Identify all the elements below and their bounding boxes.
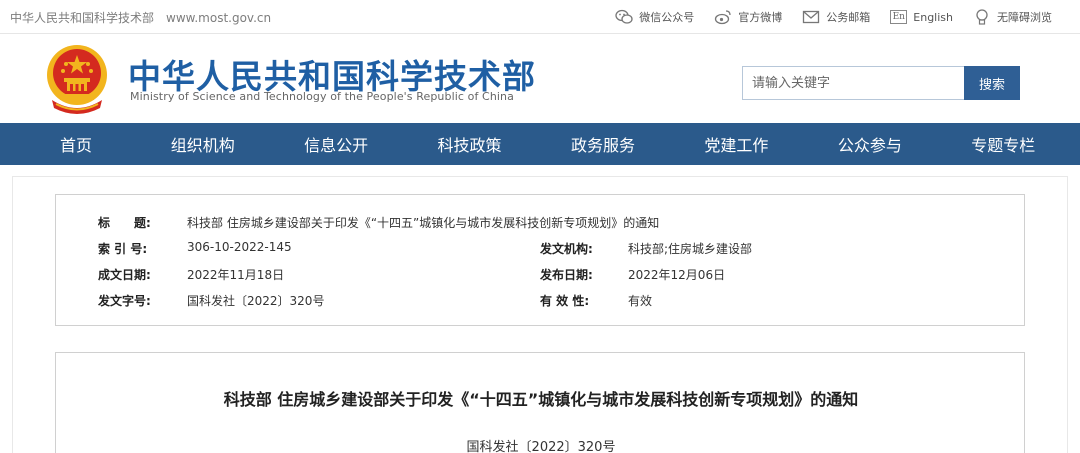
meta-validity-label: 有 效 性: <box>540 294 590 308</box>
meta-index-value: 306-10-2022-145 <box>187 240 292 254</box>
meta-title-value: 科技部 住房城乡建设部关于印发《“十四五”城镇化与城市发展科技创新专项规划》的通… <box>187 216 660 230</box>
nav-item-participation[interactable]: 公众参与 <box>813 123 946 165</box>
site-url[interactable]: www.most.gov.cn <box>166 11 271 25</box>
nav-item-home[interactable]: 首页 <box>0 123 146 165</box>
site-header: 中华人民共和国科学技术部 Ministry of Science and Tec… <box>0 34 1080 123</box>
document-metadata: 标 题: 科技部 住房城乡建设部关于印发《“十四五”城镇化与城市发展科技创新专项… <box>55 194 1025 326</box>
nav-item-party[interactable]: 党建工作 <box>680 123 813 165</box>
meta-title-label: 标 题: <box>98 216 151 230</box>
site-title-english: Ministry of Science and Technology of th… <box>130 90 514 103</box>
meta-written-label: 成文日期: <box>98 268 151 282</box>
main-nav: 首页 组织机构 信息公开 科技政策 政务服务 党建工作 公众参与 专题专栏 <box>0 123 1080 165</box>
meta-issuer-label: 发文机构: <box>540 242 593 256</box>
top-link-wechat[interactable]: 微信公众号 <box>615 8 694 26</box>
meta-published-value: 2022年12月06日 <box>628 268 726 282</box>
weibo-icon <box>714 8 732 26</box>
nav-item-topics[interactable]: 专题专栏 <box>947 123 1080 165</box>
top-links: 微信公众号 官方微博 公务邮箱 En English 无障碍浏览 <box>615 8 1052 26</box>
nav-item-information[interactable]: 信息公开 <box>279 123 412 165</box>
top-link-label: 微信公众号 <box>639 11 695 24</box>
meta-docno-label: 发文字号: <box>98 294 151 308</box>
search-button[interactable]: 搜索 <box>964 66 1020 100</box>
top-link-english[interactable]: En English <box>890 8 953 26</box>
nav-item-organization[interactable]: 组织机构 <box>146 123 279 165</box>
meta-docno-value: 国科发社〔2022〕320号 <box>187 294 325 308</box>
search-input[interactable] <box>742 66 964 100</box>
wechat-icon <box>615 8 633 26</box>
site-name: 中华人民共和国科学技术部 <box>10 11 155 25</box>
english-icon: En <box>890 10 908 24</box>
nav-item-policy[interactable]: 科技政策 <box>413 123 546 165</box>
top-bar: 中华人民共和国科学技术部 www.most.gov.cn 微信公众号 官方微博 公… <box>0 0 1080 34</box>
search-bar: 搜索 <box>742 66 1020 100</box>
top-link-mail[interactable]: 公务邮箱 <box>802 8 870 26</box>
meta-issuer-value: 科技部;住房城乡建设部 <box>628 242 753 256</box>
mail-icon <box>802 8 820 26</box>
top-link-label: 公务邮箱 <box>826 11 871 24</box>
accessibility-icon <box>973 8 991 26</box>
nav-item-services[interactable]: 政务服务 <box>546 123 679 165</box>
document-title: 科技部 住房城乡建设部关于印发《“十四五”城镇化与城市发展科技创新专项规划》的通… <box>223 390 859 409</box>
top-link-accessibility[interactable]: 无障碍浏览 <box>973 8 1052 26</box>
meta-published-label: 发布日期: <box>540 268 593 282</box>
meta-validity-value: 有效 <box>628 294 653 308</box>
top-link-label: 官方微博 <box>738 11 783 24</box>
meta-index-label: 索 引 号: <box>98 242 148 256</box>
national-emblem-icon[interactable] <box>42 42 112 118</box>
top-link-label: English <box>913 10 953 24</box>
top-link-label: 无障碍浏览 <box>997 11 1052 24</box>
document-number: 国科发社〔2022〕320号 <box>466 440 616 453</box>
site-info: 中华人民共和国科学技术部 www.most.gov.cn <box>10 9 283 26</box>
document-body: 科技部 住房城乡建设部关于印发《“十四五”城镇化与城市发展科技创新专项规划》的通… <box>55 352 1025 453</box>
top-link-weibo[interactable]: 官方微博 <box>714 8 782 26</box>
meta-row-title: 标 题: <box>98 214 151 231</box>
meta-written-value: 2022年11月18日 <box>187 268 285 282</box>
